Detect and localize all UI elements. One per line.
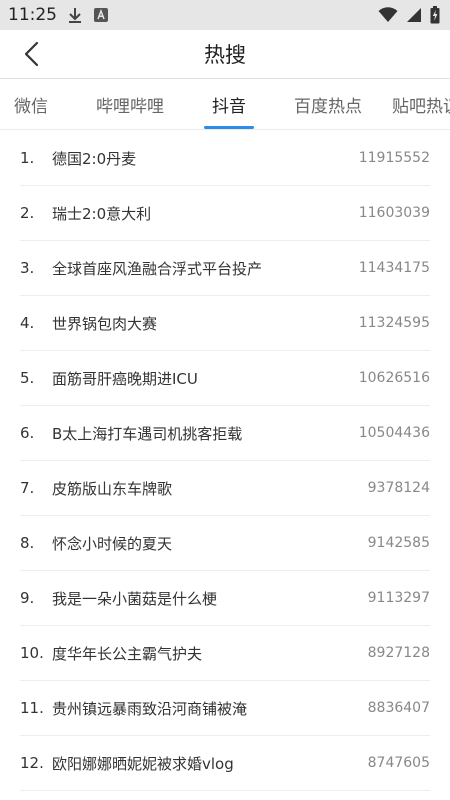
hot-count: 11434175 [358, 260, 430, 276]
hot-count: 10626516 [358, 370, 430, 386]
app-bar: 热搜 [0, 30, 450, 78]
tab-tieba-hot[interactable]: 贴吧热议 [392, 79, 450, 129]
hot-count: 8836407 [367, 700, 430, 716]
list-item[interactable]: 4. 世界锅包肉大赛 11324595 [20, 296, 430, 351]
hot-count: 11324595 [358, 315, 430, 331]
wifi-icon [378, 7, 398, 22]
list-item[interactable]: 9. 我是一朵小菌菇是什么梗 9113297 [20, 571, 430, 626]
page-title: 热搜 [204, 43, 246, 67]
list-item[interactable]: 10. 度华年长公主霸气护夫 8927128 [20, 626, 430, 681]
tab-label: 百度热点 [294, 97, 362, 117]
item-title: 德国2:0丹麦 [52, 149, 137, 168]
list-item[interactable]: 12. 欧阳娜娜晒妮妮被求婚vlog 8747605 [20, 736, 430, 791]
chevron-left-icon [24, 41, 39, 67]
hot-search-list: 1. 德国2:0丹麦 11915552 2. 瑞士2:0意大利 11603039 3. 全… [0, 131, 450, 791]
status-time: 11:25 [8, 5, 57, 25]
hot-count: 9113297 [367, 590, 430, 606]
battery-charging-icon [430, 6, 440, 24]
rank-number: 9. [20, 589, 35, 607]
rank-number: 10. [20, 644, 44, 662]
list-item[interactable]: 3. 全球首座风渔融合浮式平台投产 11434175 [20, 241, 430, 296]
tab-label: 贴吧热议 [392, 97, 450, 117]
hot-count: 9378124 [367, 480, 430, 496]
signal-icon [407, 8, 421, 22]
keyboard-a-icon [94, 8, 108, 22]
back-button[interactable] [18, 39, 48, 69]
rank-number: 12. [20, 754, 44, 772]
list-item[interactable]: 11. 贵州镇远暴雨致沿河商铺被淹 8836407 [20, 681, 430, 736]
rank-number: 3. [20, 259, 35, 277]
hot-count: 10504436 [358, 425, 430, 441]
item-title: 皮筋版山东车牌歌 [52, 479, 173, 498]
list-item[interactable]: 5. 面筋哥肝癌晚期进ICU 10626516 [20, 351, 430, 406]
list-item[interactable]: 8. 怀念小时候的夏天 9142585 [20, 516, 430, 571]
list-item[interactable]: 7. 皮筋版山东车牌歌 9378124 [20, 461, 430, 516]
item-title: 度华年长公主霸气护夫 [52, 644, 203, 663]
hot-count: 8747605 [367, 755, 430, 771]
tab-label: 哔哩哔哩 [96, 97, 164, 117]
rank-number: 6. [20, 424, 35, 442]
category-tabs: 微信 哔哩哔哩 抖音 百度热点 贴吧热议 [0, 78, 450, 130]
item-title: 怀念小时候的夏天 [52, 534, 173, 553]
rank-number: 11. [20, 699, 44, 717]
rank-number: 4. [20, 314, 35, 332]
hot-count: 11603039 [358, 205, 430, 221]
item-title: 面筋哥肝癌晚期进ICU [52, 369, 198, 388]
tab-baidu-hot[interactable]: 百度热点 [294, 79, 362, 129]
status-bar: 11:25 [0, 0, 450, 30]
item-title: 贵州镇远暴雨致沿河商铺被淹 [52, 699, 248, 718]
tab-label: 微信 [14, 97, 48, 117]
rank-number: 8. [20, 534, 35, 552]
item-title: 瑞士2:0意大利 [52, 204, 152, 223]
rank-number: 5. [20, 369, 35, 387]
list-item[interactable]: 2. 瑞士2:0意大利 11603039 [20, 186, 430, 241]
item-title: 世界锅包肉大赛 [52, 314, 158, 333]
hot-count: 9142585 [367, 535, 430, 551]
list-item[interactable]: 1. 德国2:0丹麦 11915552 [20, 131, 430, 186]
tab-wechat[interactable]: 微信 [14, 79, 48, 129]
list-item[interactable]: 6. B太上海打车遇司机挑客拒载 10504436 [20, 406, 430, 461]
tab-douyin[interactable]: 抖音 [212, 79, 246, 129]
rank-number: 2. [20, 204, 35, 222]
item-title: 欧阳娜娜晒妮妮被求婚vlog [52, 754, 234, 773]
hot-count: 11915552 [358, 150, 430, 166]
item-title: 全球首座风渔融合浮式平台投产 [52, 259, 263, 278]
hot-count: 8927128 [367, 645, 430, 661]
tab-bilibili[interactable]: 哔哩哔哩 [96, 79, 164, 129]
download-icon [69, 8, 81, 23]
rank-number: 1. [20, 149, 35, 167]
rank-number: 7. [20, 479, 35, 497]
tab-label: 抖音 [212, 97, 246, 117]
item-title: B太上海打车遇司机挑客拒载 [52, 424, 243, 443]
active-tab-indicator [204, 126, 254, 129]
item-title: 我是一朵小菌菇是什么梗 [52, 589, 218, 608]
